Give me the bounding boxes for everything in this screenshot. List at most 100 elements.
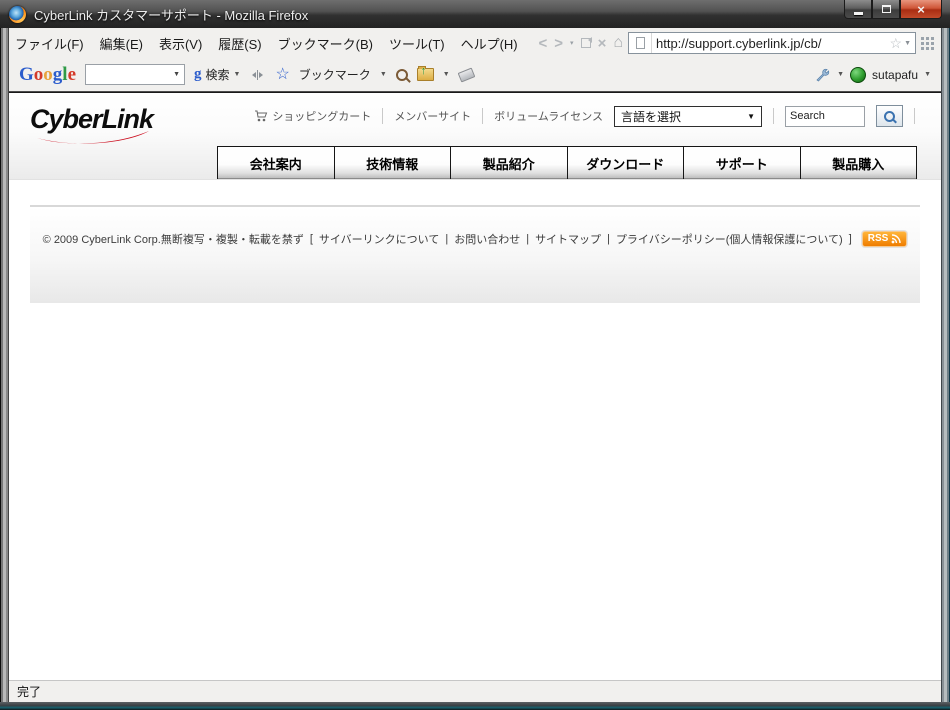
window-title: CyberLink カスタマーサポート - Mozilla Firefox [34, 7, 309, 23]
page-content: © 2009 CyberLink Corp.無断複写・複製・転載を禁ず [ サイ… [9, 180, 941, 680]
stop-icon[interactable]: × [598, 36, 607, 51]
url-bar[interactable]: ☆ ▼ [628, 32, 916, 54]
account-dropdown-icon[interactable]: ▼ [924, 71, 931, 78]
google-toolbar-right: ▼ sutapafu ▼ [815, 66, 931, 83]
footer-link-sitemap[interactable]: サイトマップ [535, 231, 601, 247]
status-text: 完了 [17, 685, 42, 699]
language-select-value: 言語を選択 [621, 109, 682, 124]
page-icon [635, 37, 645, 49]
browser-window: CyberLink カスタマーサポート - Mozilla Firefox × … [0, 0, 950, 710]
language-caret-icon: ▼ [747, 111, 755, 121]
menu-tools[interactable]: ツール(T) [389, 34, 445, 53]
member-site-link[interactable]: メンバーサイト [394, 108, 471, 124]
url-input[interactable] [652, 35, 890, 51]
copyright-text: © 2009 CyberLink Corp.無断複写・複製・転載を禁ず [42, 234, 304, 246]
footer-link-about[interactable]: サイバーリンクについて [319, 231, 439, 247]
cyberlink-logo[interactable]: CyberLink [30, 106, 160, 147]
tab-company[interactable]: 会社案内 [218, 147, 334, 179]
nav-buttons: < > ▾ × ⌂ [539, 35, 623, 51]
back-icon[interactable]: < [539, 36, 548, 51]
google-search-button[interactable]: g 検索 ▼ [194, 66, 240, 83]
footer-separator: | [607, 233, 610, 245]
tab-download[interactable]: ダウンロード [566, 147, 683, 179]
footer-line: © 2009 CyberLink Corp.無断複写・複製・転載を禁ず [ サイ… [30, 207, 920, 247]
menu-view[interactable]: 表示(V) [159, 34, 202, 53]
footer-panel: © 2009 CyberLink Corp.無断複写・複製・転載を禁ず [ サイ… [30, 207, 920, 303]
menu-items: ファイル(F) 編集(E) 表示(V) 履歴(S) ブックマーク(B) ツール(… [15, 34, 518, 53]
cyberlink-logo-text: CyberLink [30, 104, 154, 134]
settings-dropdown-icon[interactable]: ▼ [837, 71, 844, 78]
autofill-eraser-icon[interactable] [457, 67, 476, 82]
page-viewport: CyberLink ショッピングカート メンバーサイト ボリュームライセンス 言… [9, 93, 941, 680]
google-search-input[interactable] [86, 66, 170, 83]
site-search-input[interactable] [785, 105, 865, 127]
footer-separator: | [526, 233, 530, 245]
menu-history[interactable]: 履歴(S) [218, 34, 261, 53]
google-search-dropdown-icon[interactable]: ▼ [234, 71, 241, 78]
footer-link-privacy[interactable]: プライバシーポリシー(個人情報保護について) [616, 231, 843, 247]
header-utility-bar: ショッピングカート メンバーサイト ボリュームライセンス 言語を選択 ▼ [254, 104, 915, 128]
wrench-icon[interactable] [815, 67, 831, 83]
title-bar[interactable]: CyberLink カスタマーサポート - Mozilla Firefox × [0, 0, 950, 29]
tab-products[interactable]: 製品紹介 [450, 147, 567, 179]
grid-icon[interactable] [921, 36, 924, 40]
site-search-button[interactable] [876, 105, 903, 127]
google-search-history-icon[interactable]: ▼ [169, 71, 184, 78]
tab-support[interactable]: サポート [683, 147, 800, 179]
firefox-icon [9, 5, 26, 23]
account-name[interactable]: sutapafu [872, 68, 918, 82]
bookmark-star-icon[interactable]: ☆ [890, 35, 903, 52]
google-g-icon: g [194, 66, 202, 82]
menu-bar: ファイル(F) 編集(E) 表示(V) 履歴(S) ブックマーク(B) ツール(… [9, 28, 941, 58]
tab-tech-info[interactable]: 技術情報 [333, 147, 450, 179]
site-header: CyberLink ショッピングカート メンバーサイト ボリュームライセンス 言… [9, 93, 941, 180]
separator [914, 108, 915, 124]
minimize-button[interactable] [844, 0, 872, 19]
google-bookmarks-dropdown-icon[interactable]: ▼ [380, 71, 387, 78]
restore-icon [881, 5, 891, 13]
volume-license-link[interactable]: ボリュームライセンス [494, 108, 603, 124]
favicon-box [629, 33, 652, 53]
minimize-icon [853, 11, 863, 15]
menu-bookmarks[interactable]: ブックマーク(B) [278, 34, 373, 53]
bracket-open: [ [309, 233, 313, 245]
google-search-box[interactable]: ▼ [85, 64, 185, 85]
toolbar-splitter-icon[interactable] [249, 69, 266, 80]
spellcheck-magnifier-icon[interactable] [395, 68, 408, 81]
sendto-dropdown-icon[interactable]: ▼ [443, 71, 450, 78]
separator [382, 108, 384, 124]
shopping-cart-link[interactable]: ショッピングカート [254, 108, 371, 124]
close-button[interactable]: × [900, 0, 942, 19]
restore-button[interactable] [872, 0, 900, 19]
google-search-label: 検索 [205, 68, 230, 82]
language-select[interactable]: 言語を選択 ▼ [614, 105, 762, 127]
menu-edit[interactable]: 編集(E) [100, 34, 143, 53]
window-frame-left [0, 28, 9, 710]
home-icon[interactable]: ⌂ [613, 35, 623, 51]
google-bookmarks-button[interactable]: ブックマーク [299, 66, 371, 83]
bracket-close: ] [848, 233, 852, 245]
separator [482, 108, 484, 124]
rss-badge[interactable]: RSS [861, 231, 908, 247]
separator [773, 108, 774, 124]
window-frame-right [941, 28, 950, 710]
search-magnifier-icon [884, 110, 895, 122]
shopping-cart-icon [255, 110, 268, 122]
reload-icon[interactable] [580, 37, 592, 48]
google-toolbar: Google ▼ g 検索 ▼ ☆ ブックマーク ▼ ↑ ▼ ▼ sutapaf… [9, 58, 941, 92]
rss-icon [891, 233, 902, 243]
menu-file[interactable]: ファイル(F) [15, 34, 84, 53]
history-dropdown-icon[interactable]: ▾ [570, 39, 574, 47]
tab-purchase[interactable]: 製品購入 [799, 147, 916, 179]
sendto-folder-icon[interactable]: ↑ [416, 66, 434, 81]
footer-separator: | [445, 233, 449, 245]
window-frame-bottom [0, 702, 950, 710]
google-bookmark-star-icon[interactable]: ☆ [275, 66, 289, 83]
rss-label: RSS [867, 233, 889, 244]
main-nav-tabs: 会社案内 技術情報 製品紹介 ダウンロード サポート 製品購入 [217, 146, 917, 179]
url-dropdown-icon[interactable]: ▼ [904, 40, 911, 47]
footer-link-contact[interactable]: お問い合わせ [454, 231, 520, 247]
forward-icon[interactable]: > [554, 36, 563, 51]
google-logo: Google [19, 63, 76, 85]
menu-help[interactable]: ヘルプ(H) [461, 34, 518, 53]
